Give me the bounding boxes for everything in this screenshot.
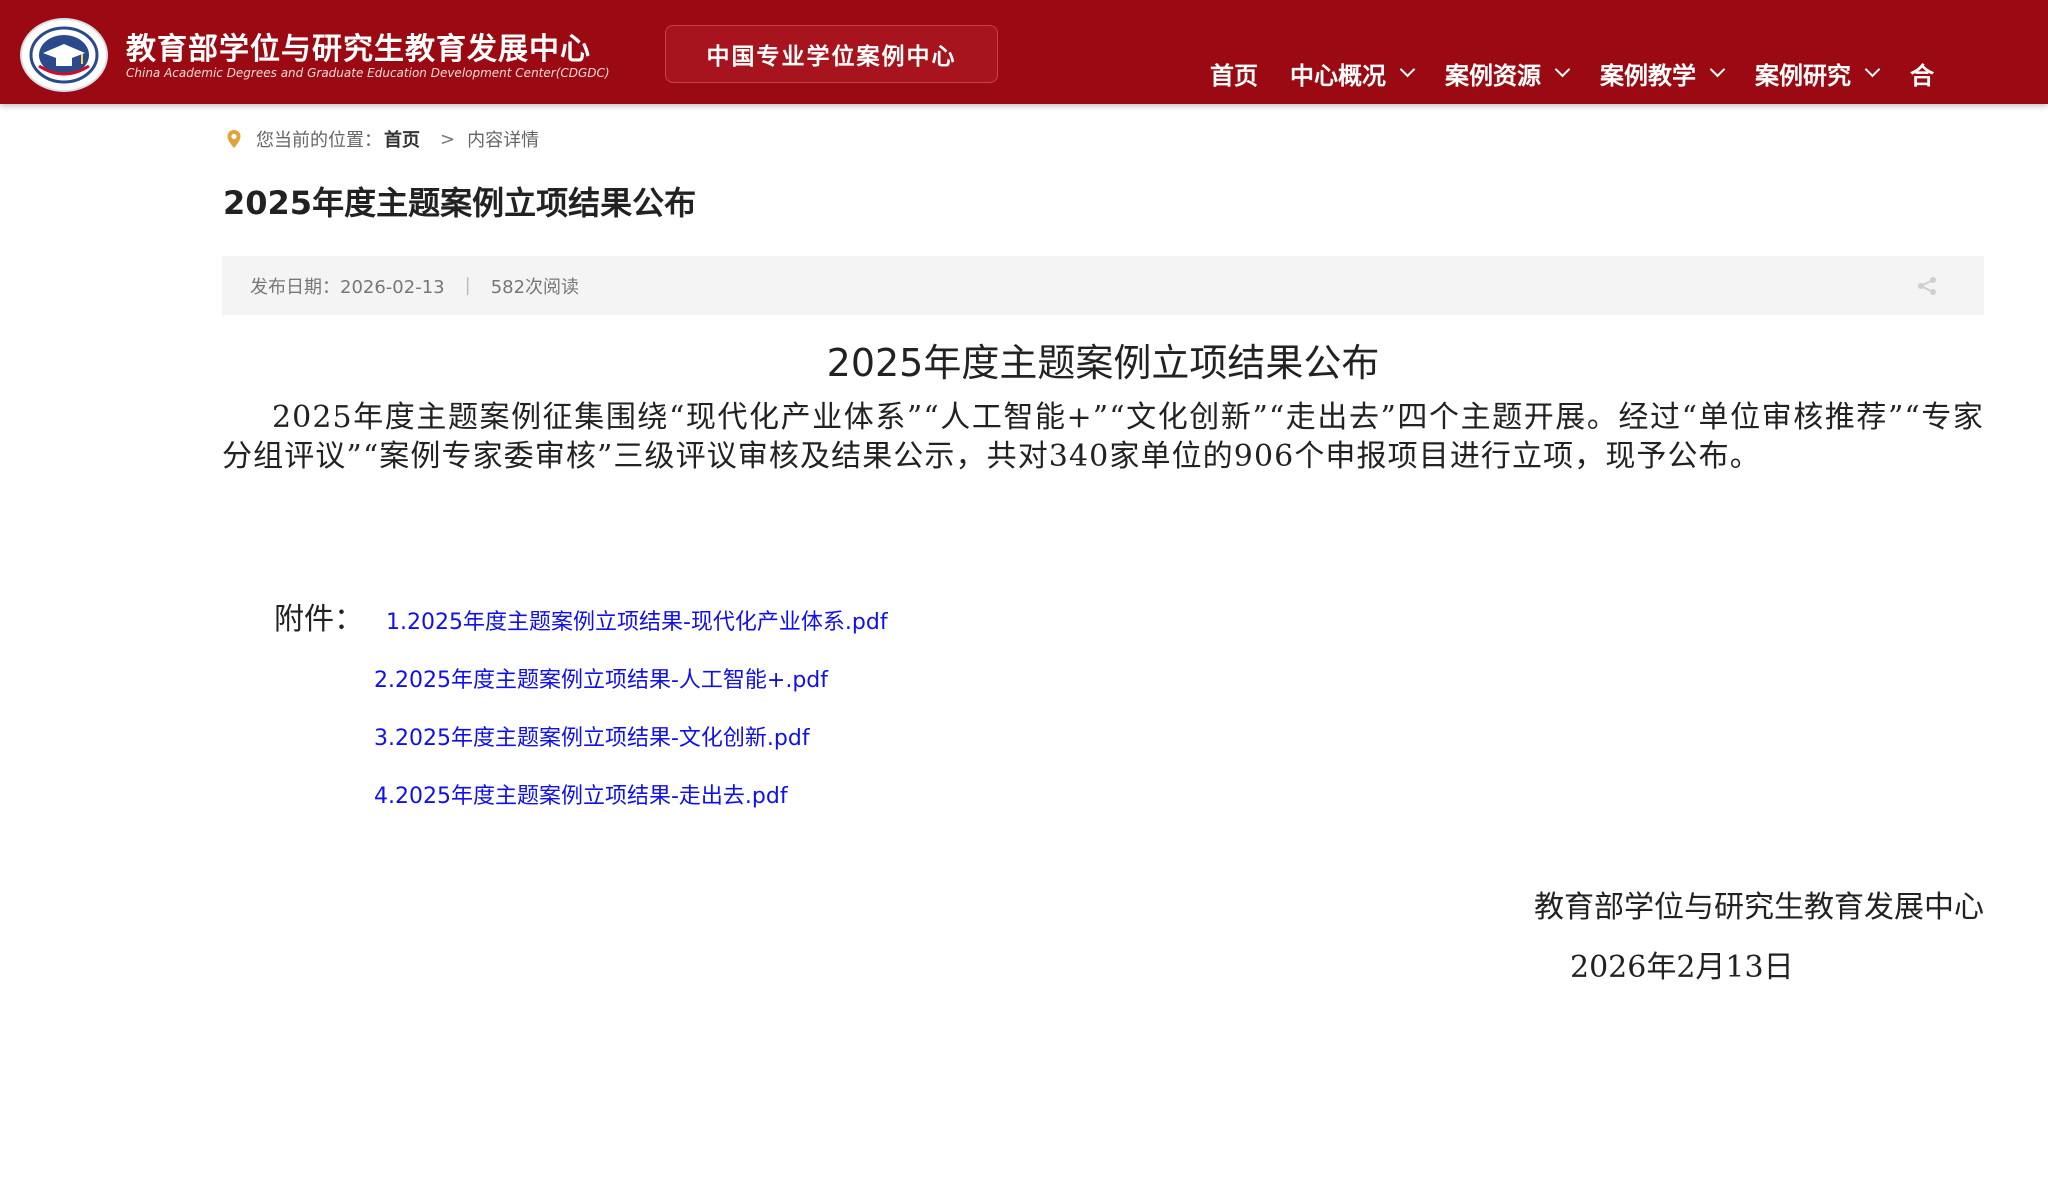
nav-item-truncated[interactable]: 合	[1910, 56, 1934, 91]
chevron-down-icon	[1864, 61, 1881, 78]
content-title: 2025年度主题案例立项结果公布	[826, 341, 1380, 385]
nav-item-label: 案例资源	[1445, 62, 1541, 90]
chevron-down-icon	[1554, 61, 1571, 78]
nav-item-case-resources[interactable]: 案例资源	[1445, 56, 1571, 91]
content-paragraph: 2025年度主题案例征集围绕“现代化产业体系”“人工智能+”“文化创新”“走出去…	[222, 400, 1984, 474]
article-meta-bar: 发布日期：2026-02-13 | 582次阅读	[222, 256, 1984, 315]
publish-date: 发布日期：2026-02-13	[250, 276, 445, 298]
main-nav: 首页 中心概况 案例资源 案例教学 案例研究 合	[1210, 56, 1966, 91]
meta-divider: |	[464, 275, 471, 296]
nav-item-center-overview[interactable]: 中心概况	[1290, 56, 1416, 91]
nav-item-label: 首页	[1210, 62, 1258, 90]
attachment-link-3[interactable]: 3.2025年度主题案例立项结果-文化创新.pdf	[374, 720, 810, 752]
org-name-english: China Academic Degrees and Graduate Educ…	[126, 66, 610, 80]
cdgdc-logo[interactable]	[20, 18, 108, 92]
org-name: 教育部学位与研究生教育发展中心	[126, 32, 591, 67]
nav-item-label: 中心概况	[1290, 62, 1386, 90]
nav-item-label: 合	[1910, 62, 1934, 90]
location-pin-icon	[227, 130, 241, 148]
chevron-down-icon	[1399, 61, 1416, 78]
signature-date: 2026年2月13日	[1570, 950, 1794, 985]
nav-item-label: 案例研究	[1755, 62, 1851, 90]
subsite-badge[interactable]: 中国专业学位案例中心	[665, 25, 998, 83]
chevron-down-icon	[1709, 61, 1726, 78]
attachment-label: 附件：	[274, 602, 364, 637]
graduation-cap-icon	[29, 26, 99, 84]
nav-item-home[interactable]: 首页	[1210, 56, 1258, 91]
nav-item-case-teaching[interactable]: 案例教学	[1600, 56, 1726, 91]
breadcrumb-separator: >	[440, 128, 456, 150]
signature-organization: 教育部学位与研究生教育发展中心	[1534, 890, 1984, 925]
attachment-link-2[interactable]: 2.2025年度主题案例立项结果-人工智能+.pdf	[374, 662, 828, 694]
top-header: 教育部学位与研究生教育发展中心 China Academic Degrees a…	[0, 0, 2048, 104]
breadcrumb-home-link[interactable]: 首页	[384, 126, 420, 152]
breadcrumb: 您当前的位置： 首页 > 内容详情	[226, 126, 539, 152]
share-icon[interactable]	[1916, 276, 1938, 296]
nav-item-label: 案例教学	[1600, 62, 1696, 90]
view-count: 582次阅读	[490, 276, 580, 298]
page-title: 2025年度主题案例立项结果公布	[223, 184, 697, 222]
attachment-link-4[interactable]: 4.2025年度主题案例立项结果-走出去.pdf	[374, 778, 788, 810]
attachment-link-1[interactable]: 1.2025年度主题案例立项结果-现代化产业体系.pdf	[386, 604, 888, 636]
breadcrumb-prefix: 您当前的位置：	[256, 130, 382, 151]
breadcrumb-current: 内容详情	[467, 130, 540, 151]
nav-item-case-research[interactable]: 案例研究	[1755, 56, 1881, 91]
